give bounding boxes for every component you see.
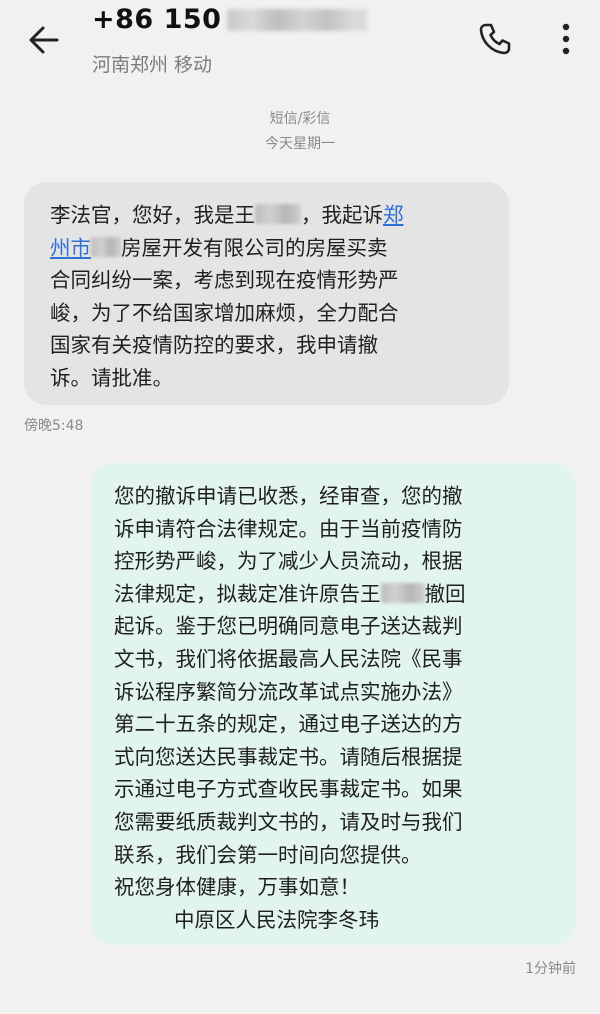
- incoming-message-time: 傍晚5:48: [24, 418, 84, 434]
- message-line: 您需要纸质裁判文书的，请及时与我们: [114, 809, 463, 834]
- message-line: 文书，我们将依据最高人民法院《民事: [114, 646, 463, 671]
- message-line: 您的撤诉申请已收悉，经审查，您的撤: [114, 484, 463, 508]
- address-link[interactable]: 州市: [50, 236, 121, 260]
- redacted-text: [91, 236, 121, 257]
- message-line: 联系，我们会第一时间向您提供。: [114, 842, 422, 867]
- message-line: 祝您身体健康，万事如意！: [114, 875, 360, 900]
- message-line: 州市 房屋开发有限公司的房屋买卖: [50, 235, 388, 260]
- phone-number-prefix: +86 150: [92, 4, 222, 35]
- message-signature: 中原区人民法院李冬玮: [174, 907, 379, 932]
- contact-number: +86 150: [92, 4, 368, 35]
- address-link[interactable]: 郑: [383, 203, 404, 227]
- date-separator: 今天星期一: [265, 136, 335, 152]
- redacted-name: [255, 204, 301, 224]
- call-button[interactable]: [472, 16, 518, 62]
- outgoing-message-time: 1分钟前: [525, 961, 576, 977]
- arrow-left-icon: [29, 26, 59, 54]
- message-line: 李法官，您好，我是王 ，我起诉郑: [50, 203, 404, 227]
- incoming-message-bubble[interactable]: 李法官，您好，我是王 ，我起诉郑 州市 房屋开发有限公司的房屋买卖 合同纠纷一案，考…: [24, 182, 509, 405]
- redacted-number: [227, 8, 368, 31]
- message-line: 诉。请批准。: [50, 365, 173, 390]
- message-line: 合同纠纷一案，考虑到现在疫情形势严: [50, 268, 399, 293]
- message-line: 示通过电子方式查收民事裁定书。如果: [114, 777, 463, 802]
- message-line: 峻，为了不给国家增加麻烦，全力配合: [50, 300, 399, 325]
- message-line: 法律规定，拟裁定准许原告王 撤回: [114, 581, 466, 606]
- more-options-button[interactable]: [548, 16, 584, 62]
- message-line: 第二十五条的规定，通过电子送达的方: [114, 712, 463, 737]
- message-line: 国家有关疫情防控的要求，我申请撤: [50, 333, 378, 358]
- more-vertical-icon: [562, 23, 570, 55]
- message-line: 起诉。鉴于您已明确同意电子送达裁判: [114, 614, 463, 639]
- redacted-name: [380, 582, 425, 603]
- phone-icon: [479, 23, 511, 55]
- message-type-label: 短信/彩信: [269, 111, 331, 127]
- outgoing-message-bubble[interactable]: 您的撤诉申请已收悉，经审查，您的撤 诉申请符合法律规定。由于当前疫情防 控形势严…: [92, 463, 576, 945]
- message-line: 控形势严峻，为了减少人员流动，根据: [114, 549, 463, 574]
- message-line: 式向您送达民事裁定书。请随后根据提: [114, 744, 463, 769]
- conversation-header: +86 150 河南郑州 移动: [0, 0, 600, 90]
- message-line: 诉申请符合法律规定。由于当前疫情防: [114, 516, 463, 541]
- back-button[interactable]: [22, 18, 66, 62]
- contact-location: 河南郑州 移动: [92, 54, 213, 76]
- message-line: 诉讼程序繁简分流改革试点实施办法》: [114, 679, 463, 704]
